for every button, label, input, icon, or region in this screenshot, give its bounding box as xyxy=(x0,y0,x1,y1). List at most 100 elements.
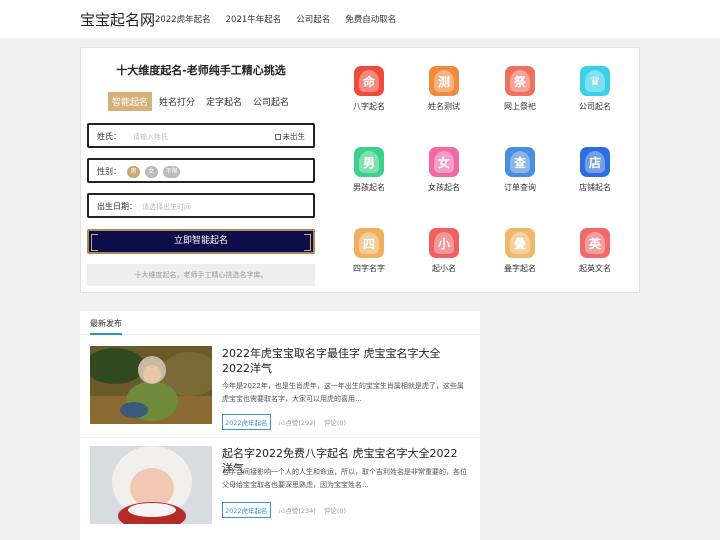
gender-female-button[interactable]: 女 xyxy=(145,166,158,178)
news-heading: 最新发布 xyxy=(90,319,122,328)
nav-item-2021[interactable]: 2021牛年起名 xyxy=(226,13,282,25)
service-label: 姓名测试 xyxy=(428,102,460,111)
four-char-icon: 四 xyxy=(354,228,384,258)
service-label: 网上祭祀 xyxy=(504,102,536,111)
four-char-glyph: 四 xyxy=(362,236,375,251)
memorial-icon: 祭 xyxy=(505,66,535,96)
gender-options: 男 女 不限 xyxy=(127,166,180,178)
nav-item-free-auto[interactable]: 免费自动取名 xyxy=(345,13,396,25)
company-crown-icon: ♛ xyxy=(580,66,610,96)
service-item-girl[interactable]: 女女孩起名 xyxy=(414,147,474,193)
unborn-checkbox[interactable]: 未出生 xyxy=(274,131,306,142)
tab-fixed-char[interactable]: 定字起名 xyxy=(202,92,246,111)
service-item-boy[interactable]: 男男孩起名 xyxy=(339,147,399,193)
order-query-glyph: 查 xyxy=(513,155,526,170)
nickname-glyph: 小 xyxy=(437,236,450,251)
unborn-label: 未出生 xyxy=(282,132,306,141)
like-count[interactable]: 👍︎点赞(234) xyxy=(279,505,316,515)
gender-any-button[interactable]: 不限 xyxy=(163,166,180,178)
order-query-icon: 查 xyxy=(505,147,535,177)
article-tag[interactable]: 2022虎年起名 xyxy=(222,414,271,430)
service-item-company[interactable]: ♛ 公司起名 xyxy=(565,66,625,112)
like-text: 点赞(234) xyxy=(285,507,316,515)
service-item-memorial[interactable]: 祭网上祭祀 xyxy=(490,66,550,112)
girl-icon: 女 xyxy=(429,147,459,177)
name-test-glyph: 测 xyxy=(437,74,450,89)
like-count[interactable]: 👍︎点赞(292) xyxy=(279,417,316,427)
girl-glyph: 女 xyxy=(437,155,450,170)
service-label: 叠字起名 xyxy=(504,264,536,273)
crown-glyph: ♛ xyxy=(589,74,601,88)
birth-label: 出生日期： xyxy=(97,202,137,211)
service-label: 起小名 xyxy=(432,264,456,273)
tab-company-naming[interactable]: 公司起名 xyxy=(249,92,293,111)
site-logo[interactable]: 宝宝起名网 xyxy=(80,9,155,30)
latest-news: 最新发布 2022年虎宝宝取名字最佳字 虎宝宝名字大全2022洋气 今年是202… xyxy=(80,311,480,540)
shop-icon: 店 xyxy=(580,147,610,177)
bazi-glyph: 命 xyxy=(362,74,375,89)
nav-item-2022[interactable]: 2022虎年起名 xyxy=(155,13,211,25)
tab-name-score[interactable]: 姓名打分 xyxy=(155,92,199,111)
service-label: 八字起名 xyxy=(353,102,385,111)
service-item-four-char[interactable]: 四四字名字 xyxy=(339,228,399,274)
gender-field: 性别： 男 女 不限 xyxy=(87,158,315,183)
article-thumbnail[interactable] xyxy=(90,446,212,524)
divider xyxy=(80,334,480,335)
article-meta: 2022虎年起名 👍︎点赞(292) 评论(0) xyxy=(222,414,346,430)
service-item-english-name[interactable]: 英起英文名 xyxy=(565,228,625,274)
baby-in-hat-image xyxy=(90,446,212,524)
article-summary: 今年是2022年，也是生肖虎年，这一年出生的宝宝生肖属相就是虎了，这些属虎宝宝也… xyxy=(222,382,464,403)
service-item-name-test[interactable]: 测姓名测试 xyxy=(414,66,474,112)
article-meta: 2022虎年起名 👍︎点赞(234) 评论(0) xyxy=(222,502,346,518)
comment-count[interactable]: 评论(0) xyxy=(324,417,346,427)
english-name-icon: 英 xyxy=(580,228,610,258)
gender-male-button[interactable]: 男 xyxy=(127,166,140,178)
form-title: 十大维度起名-老师纯手工精心挑选 xyxy=(116,64,286,77)
shop-glyph: 店 xyxy=(588,155,601,170)
article-thumbnail[interactable] xyxy=(90,346,212,424)
service-item-order-query[interactable]: 查订单查询 xyxy=(490,147,550,193)
comment-count[interactable]: 评论(0) xyxy=(324,505,346,515)
form-tabs: 智能起名 姓名打分 定字起名 公司起名 xyxy=(108,92,293,111)
service-label: 公司起名 xyxy=(579,102,611,111)
service-item-shop[interactable]: 店店铺起名 xyxy=(565,147,625,193)
service-item-nickname[interactable]: 小起小名 xyxy=(414,228,474,274)
divider xyxy=(80,437,480,438)
article-tag[interactable]: 2022虎年起名 xyxy=(222,502,271,518)
service-label: 女孩起名 xyxy=(428,183,460,192)
service-label: 四字名字 xyxy=(353,264,385,273)
surname-input[interactable]: 请输入姓氏 xyxy=(133,132,168,142)
bazi-icon: 命 xyxy=(354,66,384,96)
repeat-char-icon: 叠 xyxy=(505,228,535,258)
service-label: 订单查询 xyxy=(504,183,536,192)
article-title[interactable]: 2022年虎宝宝取名字最佳字 虎宝宝名字大全2022洋气 xyxy=(222,346,467,376)
nav-item-company[interactable]: 公司起名 xyxy=(296,13,330,25)
english-name-glyph: 英 xyxy=(588,236,601,251)
service-label: 店铺起名 xyxy=(579,183,611,192)
nickname-icon: 小 xyxy=(429,228,459,258)
name-test-icon: 测 xyxy=(429,66,459,96)
baby-in-grass-image xyxy=(90,346,212,424)
repeat-char-glyph: 叠 xyxy=(513,236,526,251)
surname-field: 姓氏： 请输入姓氏 未出生 xyxy=(87,123,315,148)
top-header: 宝宝起名网 2022虎年起名 2021牛年起名 公司起名 免费自动取名 xyxy=(0,0,720,38)
birth-field: 出生日期： 请选择出生时间 xyxy=(87,193,315,218)
service-label: 男孩起名 xyxy=(353,183,385,192)
main-nav: 2022虎年起名 2021牛年起名 公司起名 免费自动取名 xyxy=(155,13,396,25)
service-item-bazi[interactable]: 命八字起名 xyxy=(339,66,399,112)
boy-icon: 男 xyxy=(354,147,384,177)
surname-label: 姓氏： xyxy=(97,132,121,141)
article-summary: 名字会间接影响一个人的人生和命运，所以，取个吉利姓名是非常重要的，各位父母给宝宝… xyxy=(222,468,467,489)
submit-button[interactable]: 立即智能起名 xyxy=(87,229,315,254)
boy-glyph: 男 xyxy=(362,155,375,170)
birth-input[interactable]: 请选择出生时间 xyxy=(142,202,191,212)
checkbox-icon[interactable] xyxy=(274,133,281,140)
gender-label: 性别： xyxy=(97,167,121,176)
tab-smart-naming[interactable]: 智能起名 xyxy=(108,92,153,111)
naming-card: 十大维度起名-老师纯手工精心挑选 智能起名 姓名打分 定字起名 公司起名 姓氏：… xyxy=(80,47,640,293)
service-item-repeat-char[interactable]: 叠叠字起名 xyxy=(490,228,550,274)
heading-underline xyxy=(90,333,122,335)
like-text: 点赞(292) xyxy=(285,419,316,427)
service-label: 起英文名 xyxy=(579,264,611,273)
memorial-glyph: 祭 xyxy=(513,74,526,89)
